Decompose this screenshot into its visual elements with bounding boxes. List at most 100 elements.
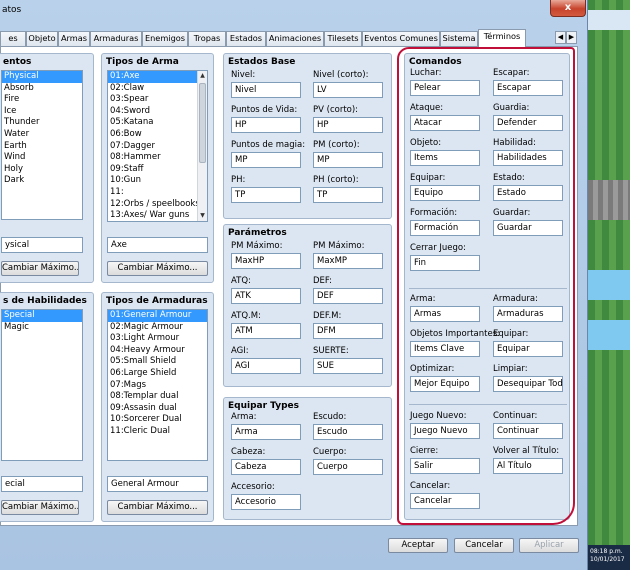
elements-list[interactable]: Physical Absorb Fire Ice Thunder Water Earth Wi… <box>1 70 83 220</box>
term-input[interactable]: Pelear <box>410 80 480 96</box>
list-item[interactable]: Water <box>2 129 82 141</box>
list-item[interactable]: 06:Large Shield <box>108 368 207 380</box>
tab-system[interactable]: Sistema <box>440 31 478 46</box>
term-input[interactable]: Al Título <box>493 458 563 474</box>
tab-items[interactable]: Objeto <box>26 31 58 46</box>
term-input[interactable]: Juego Nuevo <box>410 423 480 439</box>
list-item[interactable]: 02:Claw <box>108 83 207 95</box>
term-input[interactable]: Atacar <box>410 115 480 131</box>
term-input[interactable]: Equipo <box>410 185 480 201</box>
term-input[interactable]: Escudo <box>313 424 383 440</box>
scroll-thumb[interactable] <box>199 83 206 163</box>
list-item[interactable]: Special <box>2 310 82 322</box>
list-item[interactable]: Dark <box>2 175 82 187</box>
list-item[interactable]: 09:Staff <box>108 164 207 176</box>
term-input[interactable]: Accesorio <box>231 494 301 510</box>
list-item[interactable]: 04:Sword <box>108 106 207 118</box>
tab-weapons[interactable]: Armas <box>58 31 90 46</box>
list-item[interactable]: Holy <box>2 164 82 176</box>
term-input[interactable]: Items <box>410 150 480 166</box>
tab-animations[interactable]: Animaciones <box>266 31 324 46</box>
scroll-up-icon[interactable]: ▲ <box>198 71 207 81</box>
tab-actors[interactable]: es <box>0 31 26 46</box>
tab-terms[interactable]: Términos <box>478 29 526 47</box>
term-input[interactable]: DEF <box>313 288 383 304</box>
title-bar[interactable]: atos x <box>0 0 588 24</box>
list-item[interactable]: Fire <box>2 94 82 106</box>
elements-change-max-button[interactable]: Cambiar Máximo... <box>1 261 79 276</box>
term-input[interactable]: Items Clave <box>410 341 480 357</box>
term-input[interactable]: Desequipar Todo <box>493 376 563 392</box>
weapon-type-name-field[interactable]: Axe <box>107 237 208 253</box>
term-input[interactable]: MaxMP <box>313 253 383 269</box>
list-item[interactable]: 03:Spear <box>108 94 207 106</box>
list-item[interactable]: 08:Hammer <box>108 152 207 164</box>
term-input[interactable]: Cabeza <box>231 459 301 475</box>
term-input[interactable]: Arma <box>231 424 301 440</box>
list-item[interactable]: 10:Gun <box>108 175 207 187</box>
list-item[interactable]: 09:Assasin dual <box>108 403 207 415</box>
term-input[interactable]: MaxHP <box>231 253 301 269</box>
skill-types-list[interactable]: Special Magic <box>1 309 83 461</box>
list-item[interactable]: Magic <box>2 322 82 334</box>
list-item[interactable]: 08:Templar dual <box>108 391 207 403</box>
list-item[interactable]: 04:Heavy Armour <box>108 345 207 357</box>
cancel-button[interactable]: Cancelar <box>454 538 514 553</box>
term-input[interactable]: TP <box>231 187 301 203</box>
term-input[interactable]: ATM <box>231 323 301 339</box>
list-item[interactable]: 11: <box>108 187 207 199</box>
weapon-types-list[interactable]: 01:Axe 02:Claw 03:Spear 04:Sword 05:Katana 06… <box>107 70 208 222</box>
armor-types-change-max-button[interactable]: Cambiar Máximo... <box>107 500 208 515</box>
term-input[interactable]: LV <box>313 82 383 98</box>
term-input[interactable]: Fin <box>410 255 480 271</box>
list-item[interactable]: 01:Axe <box>108 71 207 83</box>
weapon-types-change-max-button[interactable]: Cambiar Máximo... <box>107 261 208 276</box>
list-item[interactable]: 07:Dagger <box>108 141 207 153</box>
term-input[interactable]: MP <box>313 152 383 168</box>
ok-button[interactable]: Aceptar <box>388 538 448 553</box>
list-item[interactable]: Physical <box>2 71 82 83</box>
term-input[interactable]: AGI <box>231 358 301 374</box>
armor-type-name-field[interactable]: General Armour <box>107 476 208 492</box>
tab-scroll-left-icon[interactable]: ◀ <box>555 31 566 44</box>
term-input[interactable]: Escapar <box>493 80 563 96</box>
term-input[interactable]: HP <box>313 117 383 133</box>
term-input[interactable]: HP <box>231 117 301 133</box>
tab-common-events[interactable]: Eventos Comunes <box>362 31 440 46</box>
list-scrollbar[interactable]: ▲ ▼ <box>197 71 207 221</box>
skill-type-name-field[interactable]: ecial <box>1 476 83 492</box>
list-item[interactable]: 12:Orbs / speelbooks <box>108 199 207 211</box>
list-item[interactable]: 03:Light Armour <box>108 333 207 345</box>
list-item[interactable]: 06:Bow <box>108 129 207 141</box>
term-input[interactable]: Cuerpo <box>313 459 383 475</box>
list-item[interactable]: Ice <box>2 106 82 118</box>
tab-states[interactable]: Estados <box>226 31 266 46</box>
list-item[interactable]: Earth <box>2 141 82 153</box>
term-input[interactable]: Salir <box>410 458 480 474</box>
list-item[interactable]: 13:Axes/ War guns <box>108 210 207 221</box>
armor-types-list[interactable]: 01:General Armour 02:Magic Armour 03:Light… <box>107 309 208 461</box>
tab-armors[interactable]: Armaduras <box>90 31 142 46</box>
term-input[interactable]: Armaduras <box>493 306 563 322</box>
scroll-down-icon[interactable]: ▼ <box>198 211 207 221</box>
tab-enemies[interactable]: Enemigos <box>142 31 188 46</box>
term-input[interactable]: Cancelar <box>410 493 480 509</box>
term-input[interactable]: DFM <box>313 323 383 339</box>
term-input[interactable]: Continuar <box>493 423 563 439</box>
term-input[interactable]: Mejor Equipo <box>410 376 480 392</box>
term-input[interactable]: Armas <box>410 306 480 322</box>
term-input[interactable]: Equipar <box>493 341 563 357</box>
list-item[interactable]: 07:Mags <box>108 380 207 392</box>
list-item[interactable]: 01:General Armour <box>108 310 207 322</box>
term-input[interactable]: TP <box>313 187 383 203</box>
term-input[interactable]: Defender <box>493 115 563 131</box>
list-item[interactable]: 11:Cleric Dual <box>108 426 207 438</box>
tab-scroll-right-icon[interactable]: ▶ <box>566 31 577 44</box>
term-input[interactable]: Guardar <box>493 220 563 236</box>
tab-troops[interactable]: Tropas <box>188 31 226 46</box>
apply-button[interactable]: Aplicar <box>519 538 579 553</box>
close-button[interactable]: x <box>550 0 586 17</box>
term-input[interactable]: ATK <box>231 288 301 304</box>
list-item[interactable]: Thunder <box>2 117 82 129</box>
list-item[interactable]: Absorb <box>2 83 82 95</box>
